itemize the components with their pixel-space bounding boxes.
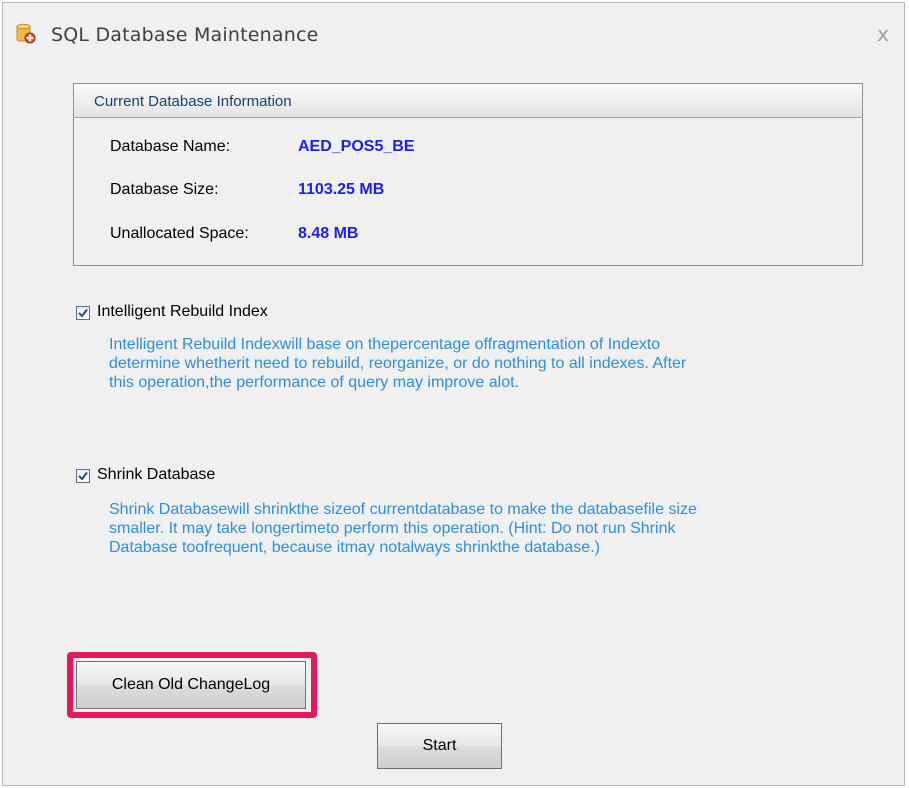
shrink-database-description: Shrink Databasewill shrinkthe sizeof cur… bbox=[109, 500, 829, 557]
shrink-database-checkbox[interactable] bbox=[76, 469, 90, 483]
window-title: SQL Database Maintenance bbox=[51, 24, 319, 46]
unallocated-space-label: Unallocated Space: bbox=[110, 225, 249, 242]
database-maintenance-icon bbox=[15, 23, 37, 45]
unallocated-space-value: 8.48 MB bbox=[298, 225, 359, 242]
database-size-label: Database Size: bbox=[110, 181, 219, 198]
clean-old-changelog-button[interactable]: Clean Old ChangeLog bbox=[76, 661, 306, 709]
group-title: Current Database Information bbox=[94, 93, 292, 110]
description-line: Shrink Databasewill shrinkthe sizeof cur… bbox=[109, 501, 697, 518]
start-button[interactable]: Start bbox=[377, 723, 502, 769]
description-line: smaller. It may take longertimeto perfor… bbox=[109, 520, 676, 537]
title-bar: SQL Database Maintenance x bbox=[3, 3, 904, 61]
database-name-label: Database Name: bbox=[110, 138, 231, 155]
description-line: determine whetherit need to rebuild, reo… bbox=[109, 355, 687, 372]
maintenance-dialog: SQL Database Maintenance x Current Datab… bbox=[2, 2, 905, 786]
rebuild-index-description: Intelligent Rebuild Indexwill base on th… bbox=[109, 335, 829, 392]
rebuild-index-checkbox[interactable] bbox=[76, 306, 90, 320]
database-name-value: AED_POS5_BE bbox=[298, 138, 415, 155]
close-icon[interactable]: x bbox=[870, 21, 896, 47]
group-header: Current Database Information bbox=[74, 84, 862, 118]
database-size-value: 1103.25 MB bbox=[298, 181, 385, 198]
checkmark-icon bbox=[78, 308, 88, 318]
description-line: this operation,the performance of query … bbox=[109, 374, 519, 391]
database-info-group: Current Database Information Database Na… bbox=[73, 83, 863, 266]
rebuild-index-label[interactable]: Intelligent Rebuild Index bbox=[97, 303, 268, 321]
description-line: Database toofrequent, because itmay nota… bbox=[109, 539, 600, 556]
description-line: Intelligent Rebuild Indexwill base on th… bbox=[109, 336, 661, 353]
checkmark-icon bbox=[78, 471, 88, 481]
shrink-database-label[interactable]: Shrink Database bbox=[97, 466, 215, 484]
